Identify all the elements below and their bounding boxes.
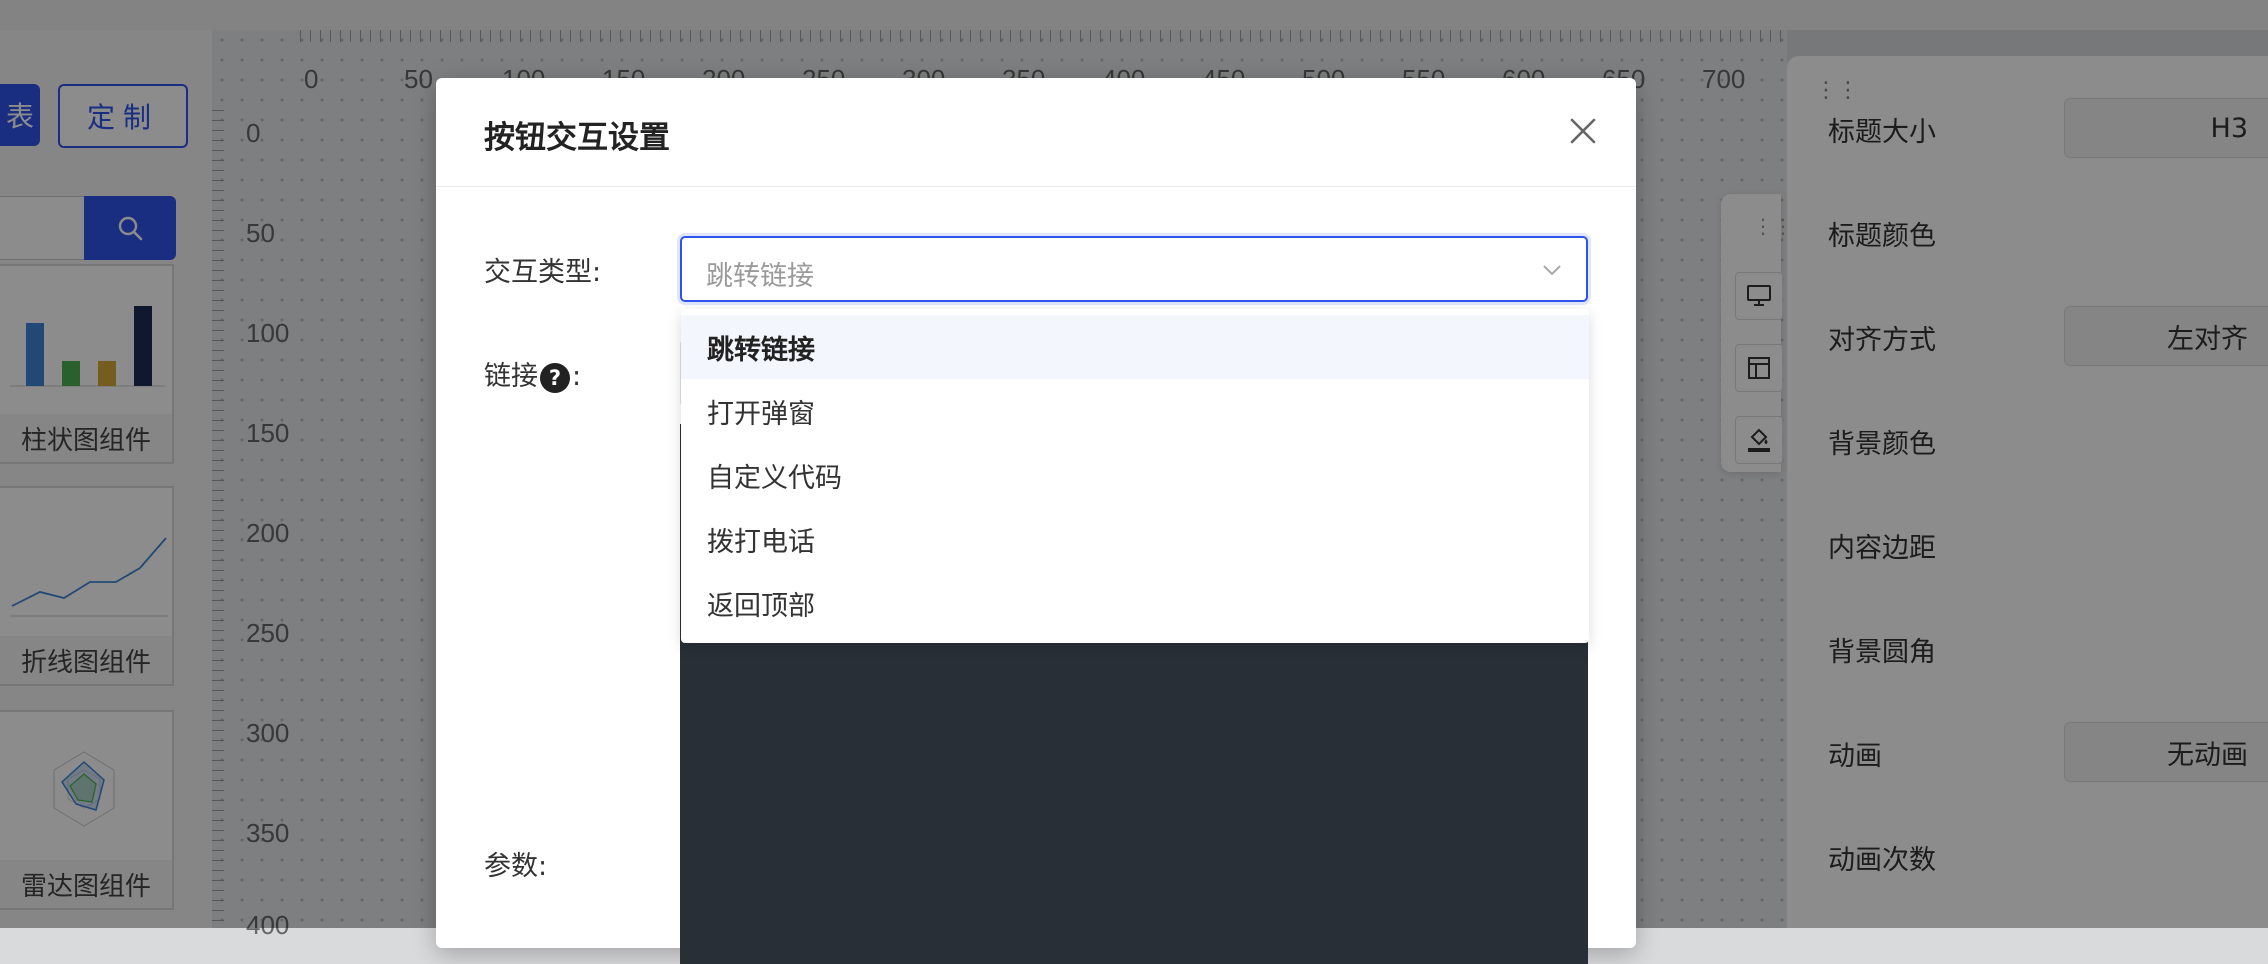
interaction-type-label: 交互类型: bbox=[484, 257, 602, 288]
chevron-down-icon bbox=[1543, 265, 1561, 276]
dialog-header: 按钮交互设置 bbox=[436, 78, 1636, 187]
dialog-title: 按钮交互设置 bbox=[484, 120, 670, 156]
select-value: 跳转链接 bbox=[706, 261, 814, 292]
dropdown-option[interactable]: 自定义代码 bbox=[681, 443, 1589, 507]
dropdown-option[interactable]: 跳转链接 bbox=[681, 315, 1589, 379]
interaction-type-dropdown: 跳转链接 打开弹窗 自定义代码 拨打电话 返回顶部 bbox=[681, 309, 1589, 643]
interaction-type-select[interactable]: 跳转链接 bbox=[680, 236, 1588, 302]
close-icon[interactable] bbox=[1568, 116, 1598, 146]
help-icon[interactable]: ? bbox=[540, 362, 570, 393]
link-label: 链接?: bbox=[484, 354, 581, 393]
link-label-colon: : bbox=[572, 361, 582, 392]
params-label: 参数: bbox=[484, 851, 548, 882]
dropdown-option[interactable]: 拨打电话 bbox=[681, 507, 1589, 571]
dropdown-option[interactable]: 返回顶部 bbox=[681, 571, 1589, 635]
link-label-text: 链接 bbox=[484, 361, 538, 392]
dropdown-option[interactable]: 打开弹窗 bbox=[681, 379, 1589, 443]
